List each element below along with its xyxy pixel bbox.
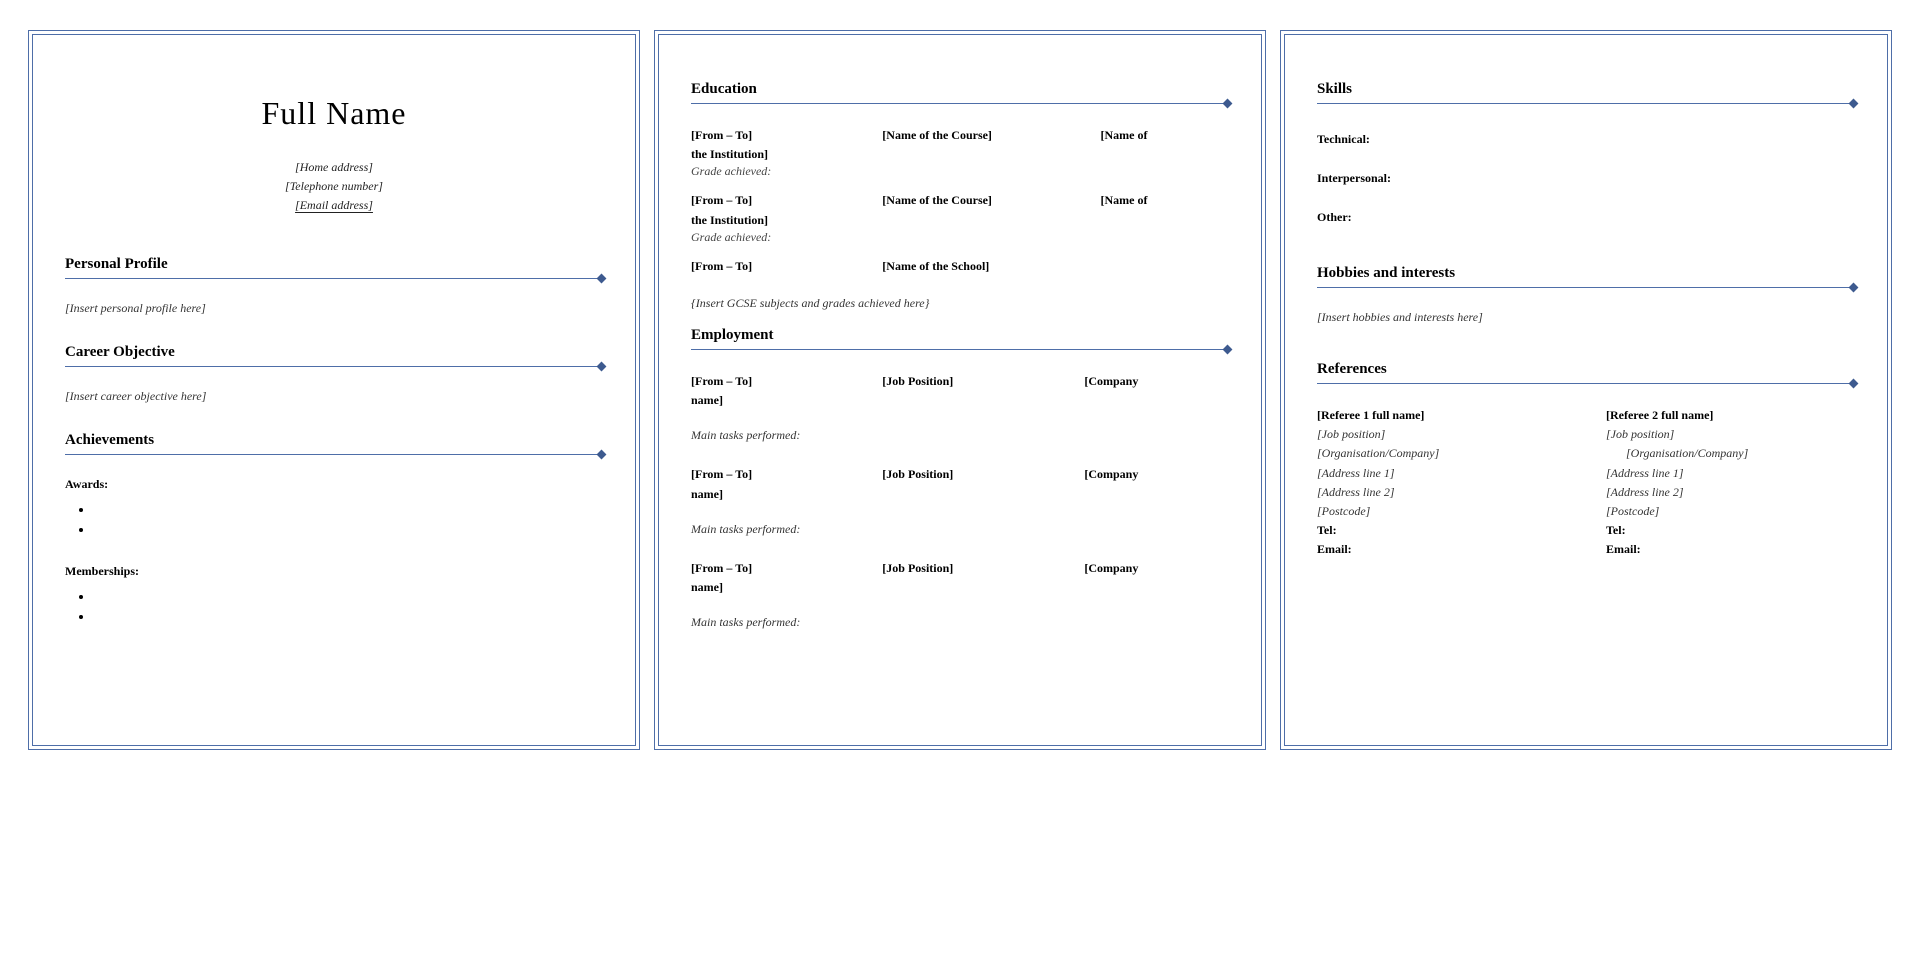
job-company-part2: name] [691, 393, 723, 407]
job-tasks: Main tasks performed: [691, 428, 1229, 443]
page-inner: Education [From – To] [Name of the Cours… [658, 34, 1262, 746]
email-address: [Email address] [65, 196, 603, 215]
awards-list [93, 502, 603, 542]
edu-course: [Name of the Course] [882, 191, 1097, 210]
memberships-label: Memberships: [65, 564, 603, 579]
job-from-to: [From – To] [691, 465, 879, 484]
ref2-name: [Referee 2 full name] [1606, 406, 1855, 425]
job-tasks: Main tasks performed: [691, 615, 1229, 630]
skills-technical: Technical: [1317, 132, 1855, 147]
contact-block: [Home address] [Telephone number] [Email… [65, 158, 603, 216]
ref2-position: [Job position] [1606, 425, 1855, 444]
ref2-postcode: [Postcode] [1606, 502, 1855, 521]
skills-other: Other: [1317, 210, 1855, 225]
hobbies-placeholder: [Insert hobbies and interests here] [1317, 310, 1855, 325]
section-divider [691, 100, 1229, 108]
job-position: [Job Position] [882, 559, 1081, 578]
references-columns: [Referee 1 full name] [Job position] [Or… [1317, 406, 1855, 560]
ref1-org: [Organisation/Company] [1317, 444, 1566, 463]
section-divider [65, 275, 603, 283]
awards-label: Awards: [65, 477, 603, 492]
references-title: References [1317, 361, 1855, 378]
section-divider [1317, 100, 1855, 108]
employment-entry: [From – To] [Job Position] [Company name… [691, 465, 1229, 503]
job-company-part2: name] [691, 487, 723, 501]
job-from-to: [From – To] [691, 372, 879, 391]
personal-profile-title: Personal Profile [65, 256, 603, 273]
ref1-position: [Job position] [1317, 425, 1566, 444]
section-divider [691, 346, 1229, 354]
section-divider [65, 451, 603, 459]
ref2-org: [Organisation/Company] [1626, 444, 1855, 463]
hobbies-title: Hobbies and interests [1317, 265, 1855, 282]
career-objective-title: Career Objective [65, 344, 603, 361]
cv-page-1: Full Name [Home address] [Telephone numb… [28, 30, 640, 750]
school-from-to: [From – To] [691, 257, 879, 276]
ref1-addr1: [Address line 1] [1317, 464, 1566, 483]
achievements-title: Achievements [65, 432, 603, 449]
edu-inst-part1: [Name of [1100, 126, 1147, 145]
ref2-addr1: [Address line 1] [1606, 464, 1855, 483]
skills-interpersonal: Interpersonal: [1317, 171, 1855, 186]
employment-title: Employment [691, 327, 1229, 344]
edu-course: [Name of the Course] [882, 126, 1097, 145]
personal-profile-placeholder: [Insert personal profile here] [65, 301, 603, 316]
ref1-postcode: [Postcode] [1317, 502, 1566, 521]
job-company-part1: [Company [1084, 465, 1138, 484]
gcse-placeholder: {Insert GCSE subjects and grades achieve… [691, 296, 1229, 311]
cv-page-2: Education [From – To] [Name of the Cours… [654, 30, 1266, 750]
full-name: Full Name [65, 95, 603, 132]
ref1-name: [Referee 1 full name] [1317, 406, 1566, 425]
edu-inst-part2: the Institution] [691, 147, 768, 161]
section-divider [65, 363, 603, 371]
job-company-part1: [Company [1084, 559, 1138, 578]
ref2-addr2: [Address line 2] [1606, 483, 1855, 502]
ref1-email: Email: [1317, 540, 1566, 559]
employment-entry: [From – To] [Job Position] [Company name… [691, 372, 1229, 410]
telephone: [Telephone number] [65, 177, 603, 196]
edu-inst-part2: the Institution] [691, 213, 768, 227]
page-inner: Full Name [Home address] [Telephone numb… [32, 34, 636, 746]
school-name: [Name of the School] [882, 257, 989, 276]
edu-from-to: [From – To] [691, 126, 879, 145]
ref1-tel: Tel: [1317, 521, 1566, 540]
job-tasks: Main tasks performed: [691, 522, 1229, 537]
ref1-addr2: [Address line 2] [1317, 483, 1566, 502]
section-divider [1317, 380, 1855, 388]
job-company-part1: [Company [1084, 372, 1138, 391]
job-position: [Job Position] [882, 372, 1081, 391]
edu-grade: Grade achieved: [691, 230, 1229, 245]
section-divider [1317, 284, 1855, 292]
memberships-list [93, 589, 603, 629]
school-entry: [From – To] [Name of the School] [691, 257, 1229, 276]
ref2-tel: Tel: [1606, 521, 1855, 540]
job-company-part2: name] [691, 580, 723, 594]
referee-2: [Referee 2 full name] [Job position] [Or… [1606, 406, 1855, 560]
home-address: [Home address] [65, 158, 603, 177]
job-position: [Job Position] [882, 465, 1081, 484]
edu-grade: Grade achieved: [691, 164, 1229, 179]
education-entry: [From – To] [Name of the Course] [Name o… [691, 126, 1229, 164]
employment-entry: [From – To] [Job Position] [Company name… [691, 559, 1229, 597]
skills-title: Skills [1317, 81, 1855, 98]
ref2-email: Email: [1606, 540, 1855, 559]
career-objective-placeholder: [Insert career objective here] [65, 389, 603, 404]
referee-1: [Referee 1 full name] [Job position] [Or… [1317, 406, 1566, 560]
cv-page-3: Skills Technical: Interpersonal: Other: … [1280, 30, 1892, 750]
edu-from-to: [From – To] [691, 191, 879, 210]
education-entry: [From – To] [Name of the Course] [Name o… [691, 191, 1229, 229]
page-inner: Skills Technical: Interpersonal: Other: … [1284, 34, 1888, 746]
edu-inst-part1: [Name of [1100, 191, 1147, 210]
education-title: Education [691, 81, 1229, 98]
job-from-to: [From – To] [691, 559, 879, 578]
